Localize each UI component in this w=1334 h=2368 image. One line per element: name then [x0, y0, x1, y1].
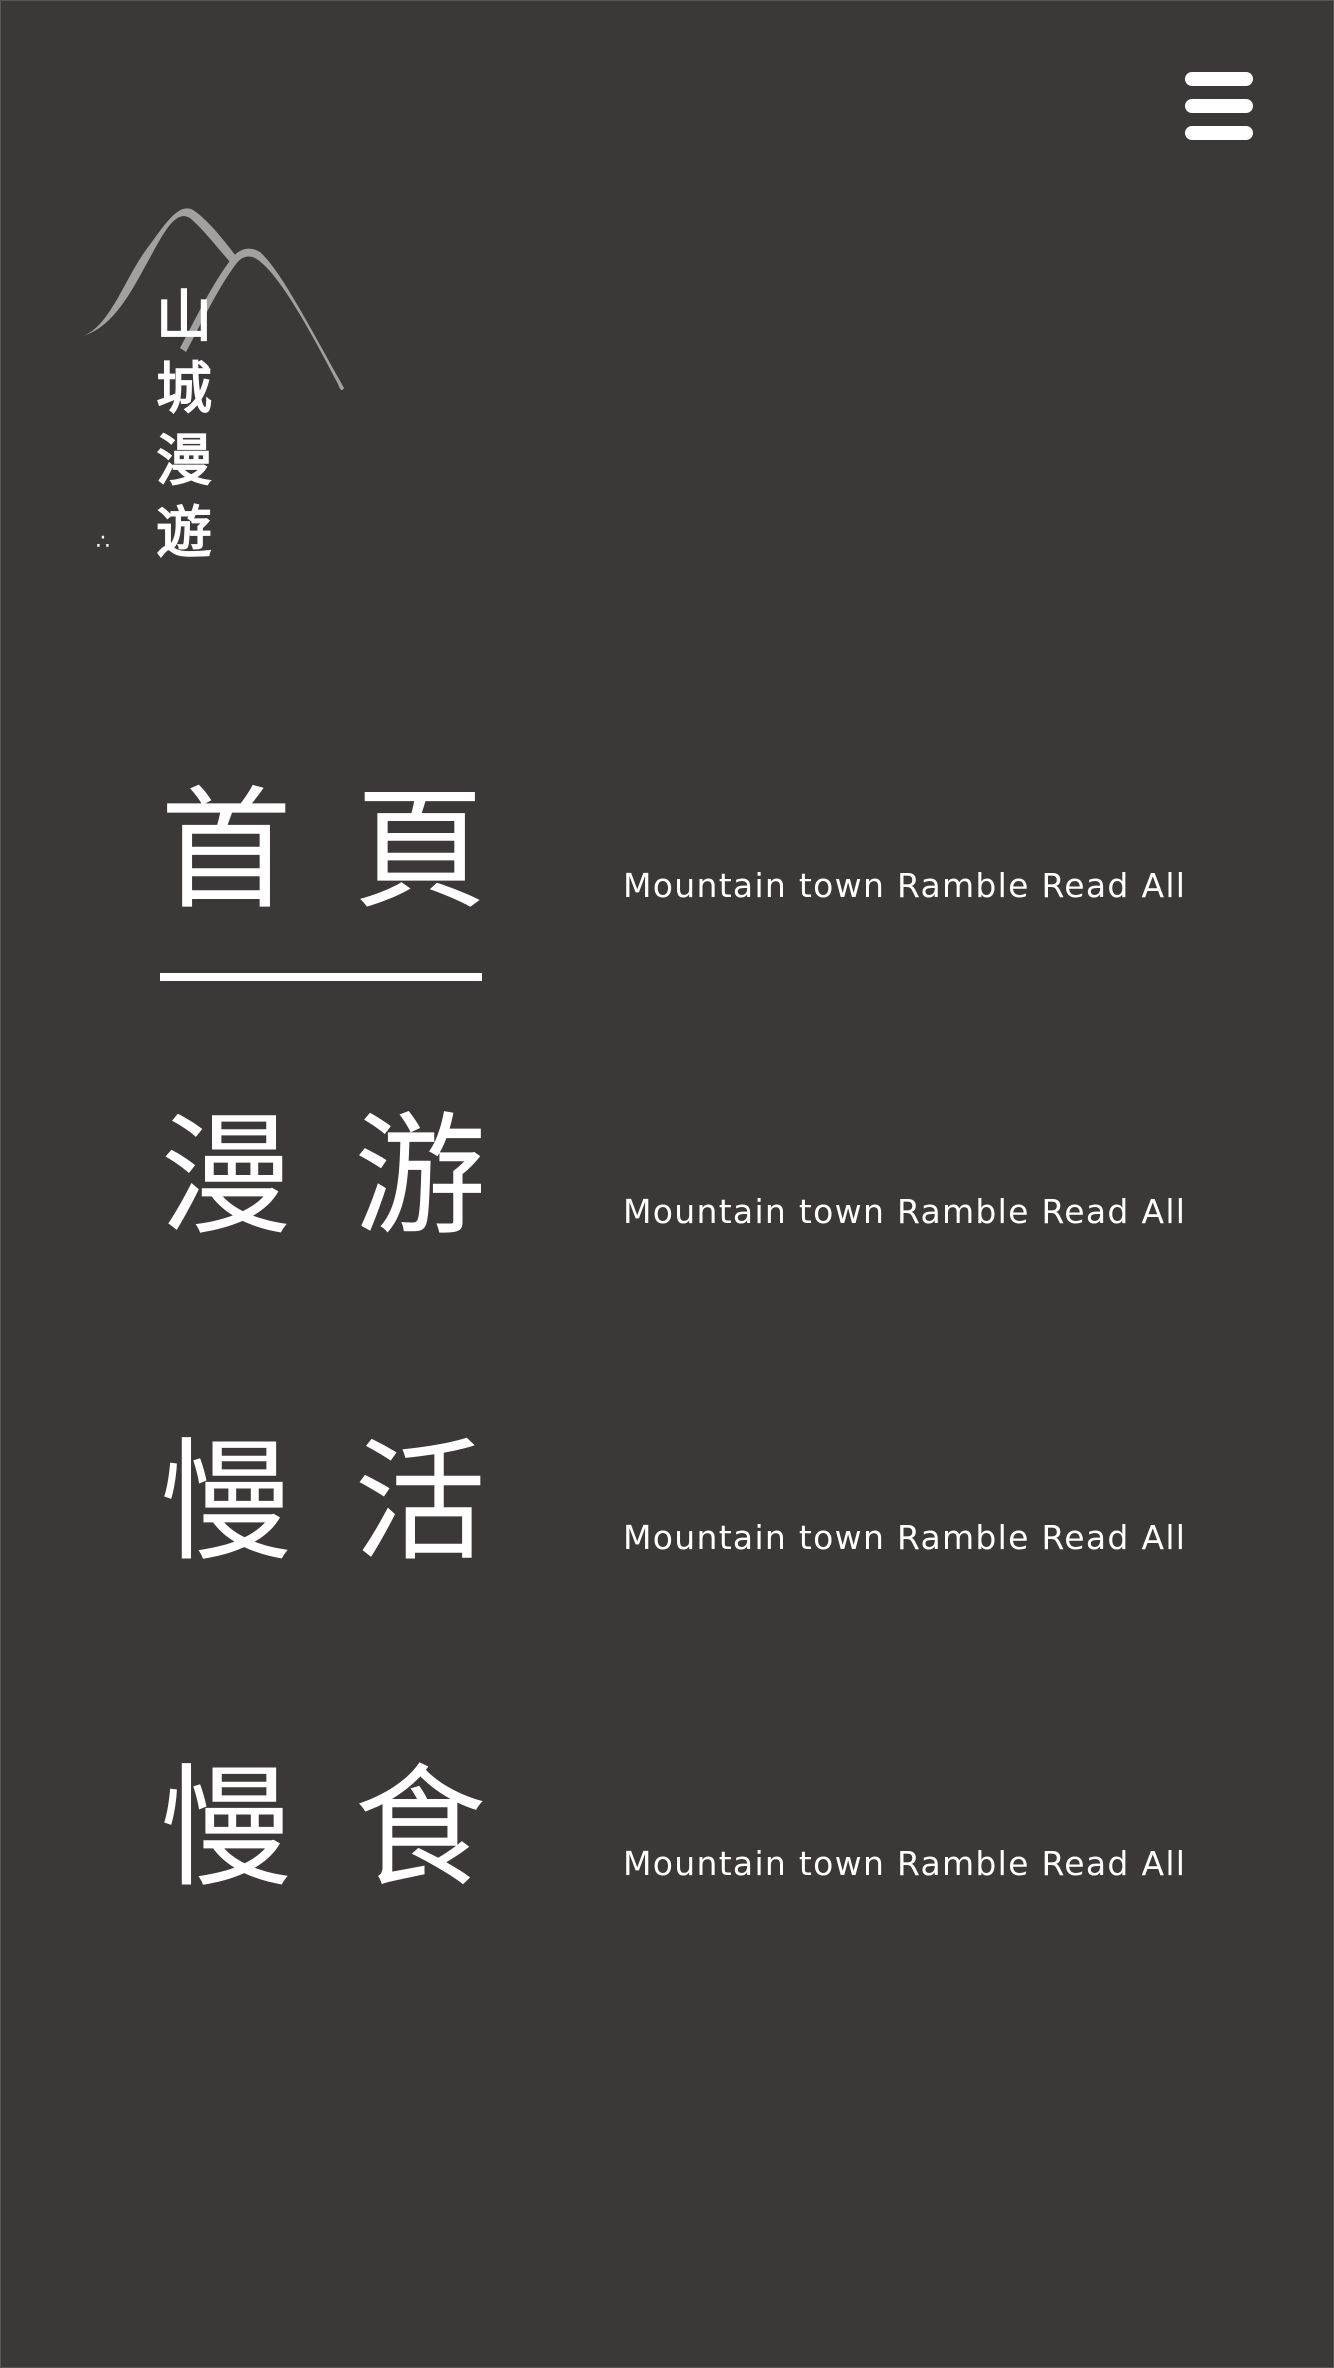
nav-item-subtitle: Mountain town Ramble Read All: [623, 1518, 1187, 1557]
hamburger-menu-button[interactable]: [1183, 72, 1255, 140]
nav-item-title: 首頁: [160, 774, 548, 928]
logo-dots: ∴: [96, 530, 114, 555]
nav-item-ramble[interactable]: 漫游 Mountain town Ramble Read All: [160, 1086, 1200, 1412]
active-underline: [160, 973, 482, 981]
nav-item-subtitle: Mountain town Ramble Read All: [623, 1192, 1187, 1231]
nav-item-title: 慢活: [160, 1426, 548, 1580]
nav-item-subtitle: Mountain town Ramble Read All: [623, 866, 1187, 905]
mountain-logo-icon: [83, 208, 344, 391]
logo-title: 山 城 漫 遊: [156, 285, 212, 566]
main-nav: 首頁 Mountain town Ramble Read All 漫游 Moun…: [160, 760, 1200, 2064]
nav-item-slow-living[interactable]: 慢活 Mountain town Ramble Read All: [160, 1412, 1200, 1738]
menu-bar: [1185, 99, 1253, 113]
site-logo[interactable]: 山 城 漫 遊 ∴: [80, 190, 360, 570]
nav-item-title: 慢食: [160, 1752, 548, 1906]
nav-item-title: 漫游: [160, 1100, 548, 1254]
nav-item-subtitle: Mountain town Ramble Read All: [623, 1844, 1187, 1883]
nav-item-slow-food[interactable]: 慢食 Mountain town Ramble Read All: [160, 1738, 1200, 2064]
menu-bar: [1185, 126, 1253, 140]
nav-item-home[interactable]: 首頁 Mountain town Ramble Read All: [160, 760, 1200, 1086]
menu-bar: [1185, 72, 1253, 86]
